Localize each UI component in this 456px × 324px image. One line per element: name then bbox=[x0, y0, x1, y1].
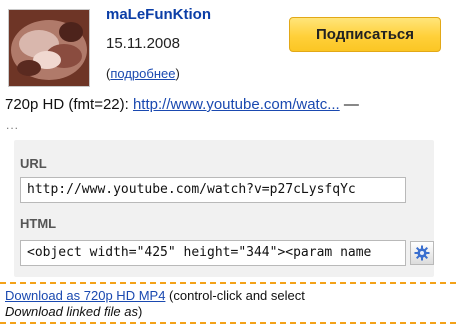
hd-ellipsis: ... bbox=[6, 118, 20, 132]
gear-icon bbox=[414, 245, 430, 261]
subscribe-button[interactable]: Подписаться bbox=[289, 17, 441, 52]
hd-format-line: 720p HD (fmt=22): http://www.youtube.com… bbox=[5, 96, 445, 113]
embed-code-field[interactable]: <object width="425" height="344"><param … bbox=[20, 240, 406, 266]
download-hint: (control-click and select bbox=[165, 288, 305, 303]
avatar-image bbox=[9, 10, 89, 86]
url-label: URL bbox=[20, 156, 47, 171]
url-field[interactable]: http://www.youtube.com/watch?v=p27cLysfq… bbox=[20, 177, 406, 203]
injected-area-border-top bbox=[0, 282, 456, 284]
embed-options-button[interactable] bbox=[410, 241, 434, 265]
video-info-panel: maLeFunKtion 15.11.2008 (подробнее) Подп… bbox=[0, 0, 442, 323]
hd-format-link[interactable]: http://www.youtube.com/watc... bbox=[133, 96, 340, 113]
html-label: HTML bbox=[20, 216, 57, 231]
more-suffix: ) bbox=[175, 66, 180, 81]
download-hint-close: ) bbox=[137, 304, 143, 319]
download-notice: Download as 720p HD MP4 (control-click a… bbox=[5, 288, 450, 320]
download-hint-italic: Download linked file as bbox=[5, 304, 138, 319]
more-info: (подробнее) bbox=[106, 66, 180, 81]
hd-format-label: 720p HD (fmt=22): bbox=[5, 96, 133, 113]
upload-date: 15.11.2008 bbox=[106, 35, 180, 52]
channel-name-link[interactable]: maLeFunKtion bbox=[106, 6, 211, 23]
download-hd-link[interactable]: Download as 720p HD MP4 bbox=[5, 288, 165, 303]
avatar[interactable] bbox=[8, 9, 90, 87]
more-info-link[interactable]: подробнее bbox=[110, 66, 175, 81]
hd-format-dash: — bbox=[339, 96, 359, 113]
